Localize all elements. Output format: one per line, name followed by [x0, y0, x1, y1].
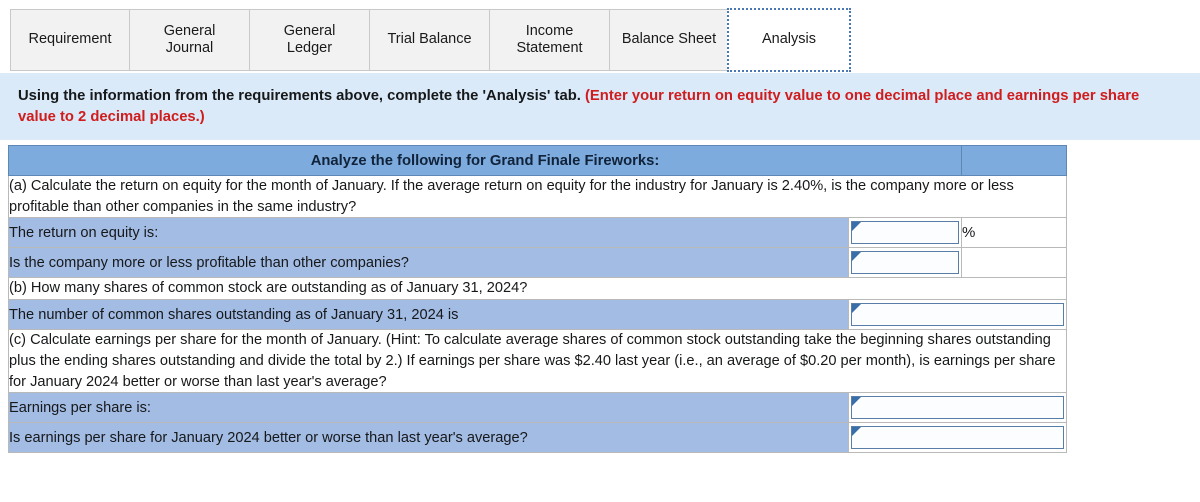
table-row: Is earnings per share for January 2024 b…	[8, 422, 1068, 454]
row-label-eps-better-or-worse: Is earnings per share for January 2024 b…	[8, 422, 849, 454]
table-row: Earnings per share is:	[8, 392, 1068, 424]
eps-better-or-worse-input[interactable]	[861, 427, 1063, 449]
cell-shares-outstanding-input[interactable]	[847, 299, 1068, 331]
cell-earnings-per-share-input[interactable]	[847, 392, 1068, 424]
instruction-text: Using the information from the requireme…	[18, 86, 1178, 129]
input-shell	[851, 251, 960, 275]
tab-analysis[interactable]: Analysis	[727, 8, 851, 72]
row-label-earnings-per-share: Earnings per share is:	[8, 392, 849, 424]
more-or-less-profitable-input[interactable]	[861, 252, 958, 274]
corner-marker-icon	[852, 427, 861, 437]
table-row: The number of common shares outstanding …	[8, 299, 1068, 331]
input-shell	[851, 303, 1065, 327]
tab-trial-balance[interactable]: Trial Balance	[369, 9, 489, 71]
empty-cell	[961, 247, 1068, 279]
cell-return-on-equity-input[interactable]	[847, 217, 963, 249]
corner-marker-icon	[852, 397, 861, 407]
question-c-text: (c) Calculate earnings per share for the…	[7, 329, 1068, 394]
question-row-b: (b) How many shares of common stock are …	[7, 277, 1068, 301]
shares-outstanding-input[interactable]	[861, 304, 1063, 326]
analysis-table: Analyze the following for Grand Finale F…	[7, 145, 1068, 454]
tab-general-journal[interactable]: General Journal	[129, 9, 249, 71]
table-title: Analyze the following for Grand Finale F…	[7, 145, 963, 176]
question-row-a: (a) Calculate the return on equity for t…	[7, 174, 1068, 219]
question-b-text: (b) How many shares of common stock are …	[7, 277, 1068, 301]
corner-marker-icon	[852, 304, 861, 314]
cell-eps-better-or-worse-input[interactable]	[847, 422, 1068, 454]
tab-strip: Requirement General Journal General Ledg…	[0, 0, 1200, 73]
row-label-return-on-equity: The return on equity is:	[8, 217, 849, 249]
instruction-banner: Using the information from the requireme…	[0, 73, 1200, 140]
input-shell	[851, 396, 1065, 420]
tab-income-statement[interactable]: Income Statement	[489, 9, 609, 71]
question-a-text: (a) Calculate the return on equity for t…	[7, 174, 1068, 219]
row-label-more-or-less-profitable: Is the company more or less profitable t…	[8, 247, 849, 279]
table-header-spacer	[961, 145, 1068, 176]
corner-marker-icon	[852, 252, 861, 262]
tab-general-ledger[interactable]: General Ledger	[249, 9, 369, 71]
table-row: The return on equity is: %	[8, 217, 1068, 249]
earnings-per-share-input[interactable]	[861, 397, 1063, 419]
analysis-tab-page: Requirement General Journal General Ledg…	[0, 0, 1200, 502]
table-header-row: Analyze the following for Grand Finale F…	[7, 145, 1068, 176]
table-row: Is the company more or less profitable t…	[8, 247, 1068, 279]
row-label-shares-outstanding: The number of common shares outstanding …	[8, 299, 849, 331]
corner-marker-icon	[852, 222, 861, 232]
unit-percent-label: %	[961, 217, 1068, 249]
input-shell	[851, 221, 960, 245]
input-shell	[851, 426, 1065, 450]
tab-balance-sheet[interactable]: Balance Sheet	[609, 9, 728, 71]
instruction-main: Using the information from the requireme…	[18, 88, 581, 104]
tab-requirement[interactable]: Requirement	[10, 9, 129, 71]
cell-more-or-less-profitable-input[interactable]	[847, 247, 963, 279]
return-on-equity-input[interactable]	[861, 222, 958, 244]
tab-list: Requirement General Journal General Ledg…	[10, 8, 851, 72]
question-row-c: (c) Calculate earnings per share for the…	[7, 329, 1068, 394]
